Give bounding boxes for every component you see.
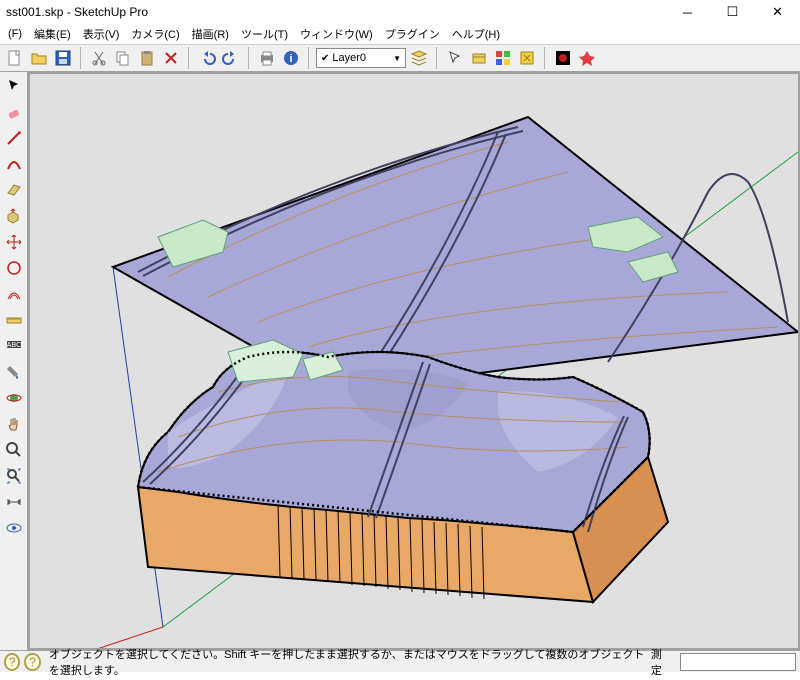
orbit-button[interactable] bbox=[2, 386, 26, 410]
rectangle-button[interactable] bbox=[2, 178, 26, 202]
svg-text:ABC: ABC bbox=[6, 342, 20, 349]
print-button[interactable] bbox=[256, 47, 278, 69]
menu-bar: (F) 編集(E) 表示(V) カメラ(C) 描画(R) ツール(T) ウィンド… bbox=[0, 24, 800, 44]
dimension-button[interactable] bbox=[2, 490, 26, 514]
chevron-down-icon: ▼ bbox=[393, 54, 401, 63]
measure-value-input[interactable] bbox=[680, 653, 796, 671]
arc-button[interactable] bbox=[2, 152, 26, 176]
menu-tool[interactable]: ツール(T) bbox=[237, 24, 292, 44]
menu-plugin[interactable]: プラグイン bbox=[381, 24, 444, 44]
open-file-button[interactable] bbox=[28, 47, 50, 69]
status-bar: ? ? オブジェクトを選択してください。Shift キーを押したまま選択するか、… bbox=[0, 650, 800, 672]
menu-file[interactable]: (F) bbox=[4, 26, 26, 42]
svg-text:i: i bbox=[289, 53, 292, 65]
main-toolbar: i ✔ Layer0 ▼ bbox=[0, 44, 800, 72]
plugin-2-button[interactable] bbox=[576, 47, 598, 69]
menu-camera[interactable]: カメラ(C) bbox=[127, 24, 183, 44]
paste-button[interactable] bbox=[136, 47, 158, 69]
pan-button[interactable] bbox=[2, 412, 26, 436]
layer-selector[interactable]: ✔ Layer0 ▼ bbox=[316, 48, 406, 68]
pushpull-button[interactable] bbox=[2, 204, 26, 228]
materials-button[interactable] bbox=[492, 47, 514, 69]
redo-button[interactable] bbox=[220, 47, 242, 69]
model-info-button[interactable]: i bbox=[280, 47, 302, 69]
delete-button[interactable] bbox=[160, 47, 182, 69]
model-scene-icon bbox=[28, 72, 800, 650]
menu-window[interactable]: ウィンドウ(W) bbox=[296, 24, 377, 44]
viewport[interactable] bbox=[28, 72, 800, 650]
offset-button[interactable] bbox=[2, 282, 26, 306]
undo-button[interactable] bbox=[196, 47, 218, 69]
maximize-button[interactable]: ☐ bbox=[710, 0, 755, 24]
menu-draw[interactable]: 描画(R) bbox=[188, 24, 233, 44]
zoom-button[interactable] bbox=[2, 438, 26, 462]
styles-button[interactable] bbox=[516, 47, 538, 69]
menu-help[interactable]: ヘルプ(H) bbox=[448, 24, 504, 44]
minimize-button[interactable]: ─ bbox=[665, 0, 710, 24]
copy-button[interactable] bbox=[112, 47, 134, 69]
new-file-button[interactable] bbox=[4, 47, 26, 69]
zoom-extents-button[interactable] bbox=[2, 464, 26, 488]
close-button[interactable]: ✕ bbox=[755, 0, 800, 24]
xray-button[interactable] bbox=[2, 516, 26, 540]
plugin-1-button[interactable] bbox=[552, 47, 574, 69]
move-button[interactable] bbox=[2, 230, 26, 254]
work-area: ABC bbox=[0, 72, 800, 650]
component-button[interactable] bbox=[468, 47, 490, 69]
window-title: sst001.skp - SketchUp Pro bbox=[6, 5, 148, 19]
select-button[interactable] bbox=[2, 74, 26, 98]
status-hint-2-icon[interactable]: ? bbox=[24, 653, 40, 671]
measure-label: 測定 bbox=[645, 644, 677, 680]
eraser-button[interactable] bbox=[2, 100, 26, 124]
cut-button[interactable] bbox=[88, 47, 110, 69]
save-file-button[interactable] bbox=[52, 47, 74, 69]
title-bar: sst001.skp - SketchUp Pro ─ ☐ ✕ bbox=[0, 0, 800, 24]
menu-view[interactable]: 表示(V) bbox=[79, 24, 124, 44]
side-toolbar: ABC bbox=[0, 72, 28, 650]
paint-button[interactable] bbox=[2, 360, 26, 384]
layer-manager-button[interactable] bbox=[408, 47, 430, 69]
window-controls: ─ ☐ ✕ bbox=[665, 0, 800, 24]
layer-current-label: Layer0 bbox=[332, 52, 366, 64]
text-button[interactable]: ABC bbox=[2, 334, 26, 358]
menu-edit[interactable]: 編集(E) bbox=[30, 24, 75, 44]
line-button[interactable] bbox=[2, 126, 26, 150]
status-hint-text: オブジェクトを選択してください。Shift キーを押したまま選択するか、またはマ… bbox=[49, 646, 645, 678]
select-tool-button[interactable] bbox=[444, 47, 466, 69]
layer-visible-check-icon: ✔ bbox=[321, 53, 329, 64]
tape-button[interactable] bbox=[2, 308, 26, 332]
rotate-button[interactable] bbox=[2, 256, 26, 280]
status-hint-1-icon[interactable]: ? bbox=[4, 653, 20, 671]
